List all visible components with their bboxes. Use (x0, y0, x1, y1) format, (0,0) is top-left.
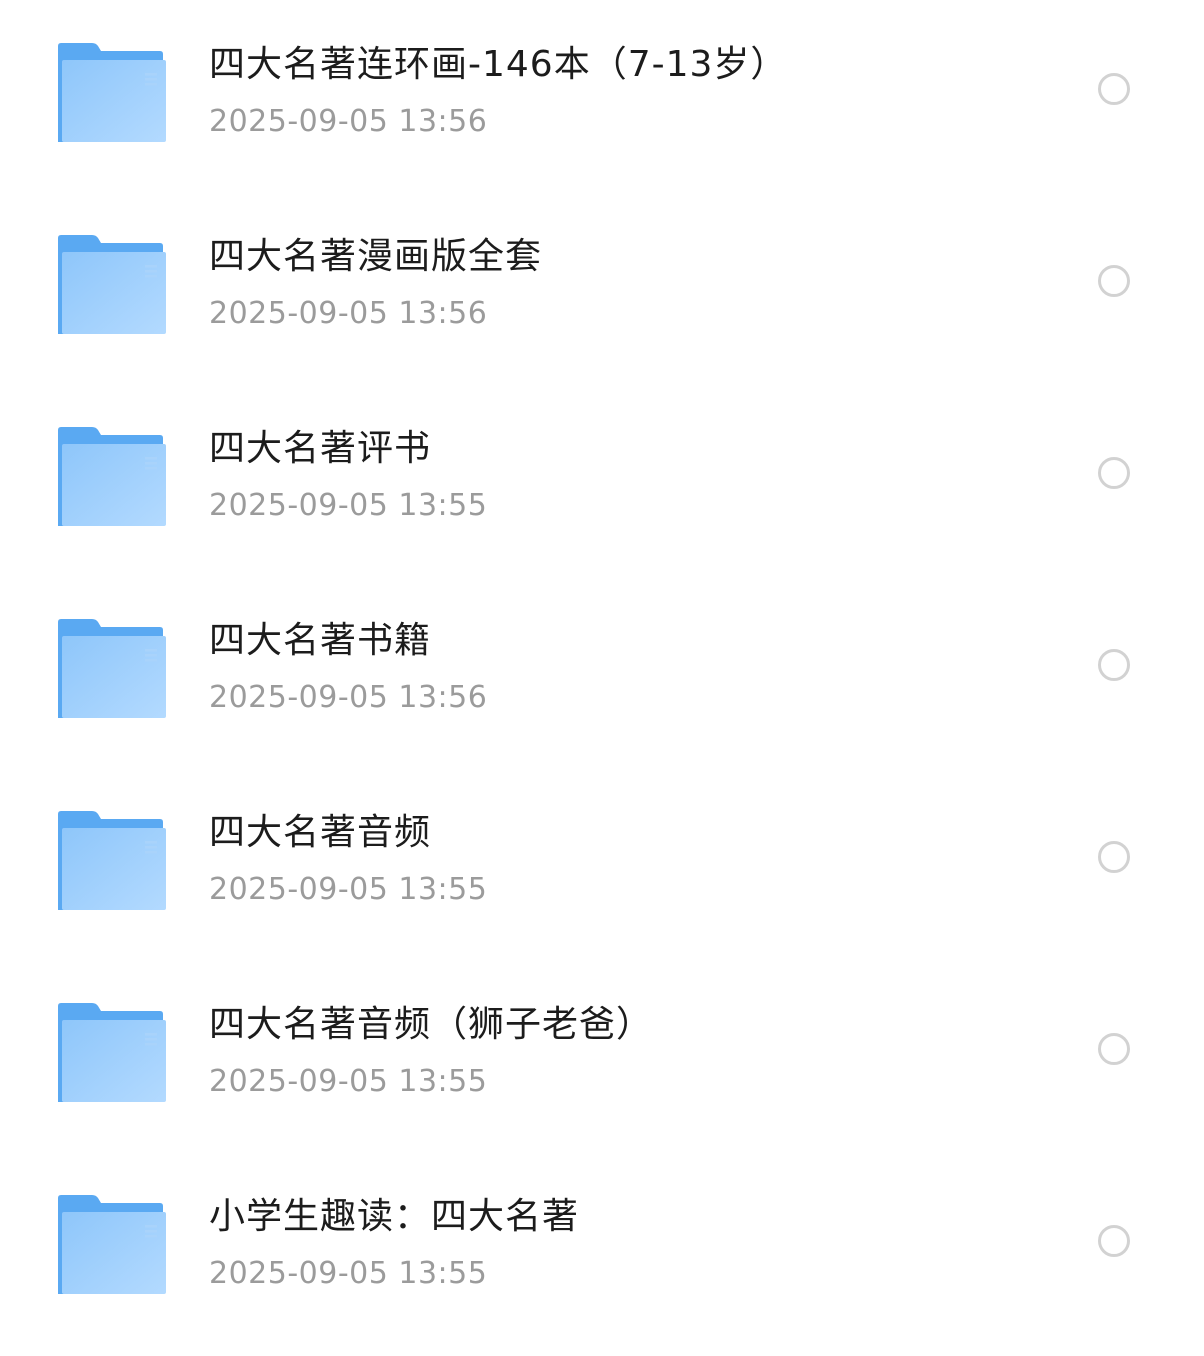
select-radio[interactable] (1098, 1225, 1130, 1257)
folder-name: 四大名著书籍 (209, 620, 432, 661)
folder-date: 2025-09-05 13:55 (209, 872, 488, 907)
list-item[interactable]: 四大名著书籍 2025-09-05 13:56 (0, 576, 1204, 768)
folder-icon (56, 1192, 168, 1298)
folder-date: 2025-09-05 13:56 (209, 104, 488, 139)
folder-icon (56, 1000, 168, 1106)
folder-date: 2025-09-05 13:55 (209, 488, 488, 523)
select-radio[interactable] (1098, 649, 1130, 681)
folder-icon (56, 232, 168, 338)
folder-icon (56, 424, 168, 530)
folder-name: 小学生趣读：四大名著 (209, 1196, 580, 1237)
folder-icon (56, 808, 168, 914)
folder-icon (56, 40, 168, 146)
folder-list: 四大名著连环画-146本（7-13岁） 2025-09-05 13:56 四大名… (0, 0, 1204, 1356)
list-item[interactable]: 四大名著评书 2025-09-05 13:55 (0, 384, 1204, 576)
select-radio[interactable] (1098, 1033, 1130, 1065)
list-item[interactable]: 小学生趣读：四大名著 2025-09-05 13:55 (0, 1152, 1204, 1344)
select-radio[interactable] (1098, 457, 1130, 489)
folder-date: 2025-09-05 13:56 (209, 680, 488, 715)
folder-name: 四大名著连环画-146本（7-13岁） (209, 44, 788, 85)
list-item[interactable]: 四大名著连环画-146本（7-13岁） 2025-09-05 13:56 (0, 0, 1204, 192)
select-radio[interactable] (1098, 265, 1130, 297)
folder-date: 2025-09-05 13:55 (209, 1256, 488, 1291)
folder-icon (56, 616, 168, 722)
folder-date: 2025-09-05 13:55 (209, 1064, 488, 1099)
folder-name: 四大名著评书 (209, 428, 432, 469)
folder-date: 2025-09-05 13:56 (209, 296, 488, 331)
folder-name: 四大名著音频（狮子老爸） (209, 1004, 654, 1045)
list-item[interactable]: 四大名著音频 2025-09-05 13:55 (0, 768, 1204, 960)
folder-name: 四大名著漫画版全套 (209, 236, 543, 277)
select-radio[interactable] (1098, 841, 1130, 873)
list-item[interactable]: 四大名著音频（狮子老爸） 2025-09-05 13:55 (0, 960, 1204, 1152)
select-radio[interactable] (1098, 73, 1130, 105)
list-item[interactable]: 四大名著漫画版全套 2025-09-05 13:56 (0, 192, 1204, 384)
folder-name: 四大名著音频 (209, 812, 432, 853)
